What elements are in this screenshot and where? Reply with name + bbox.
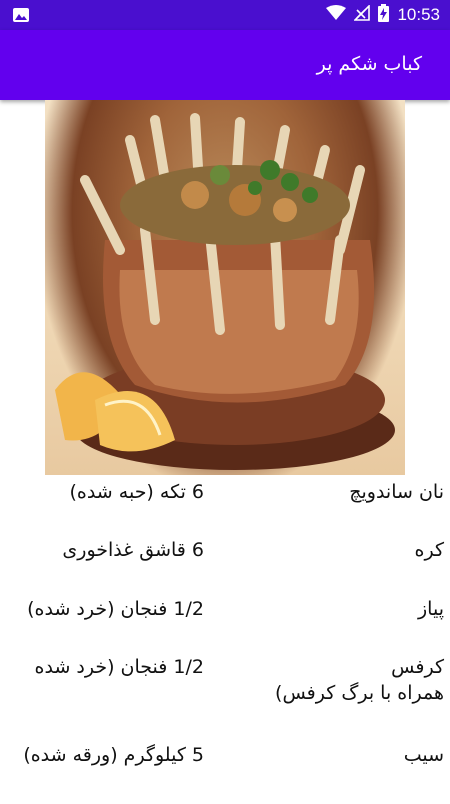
image-notification-icon (12, 7, 30, 23)
ingredient-row: کره 6 قاشق غذاخوری (0, 539, 450, 599)
ingredient-quantity: 5 کیلوگرم (ورقه شده) (23, 744, 204, 766)
battery-charging-icon (378, 4, 390, 26)
ingredient-name: کره (414, 539, 444, 561)
ingredient-quantity: 1/2 فنجان (خرد شده (34, 656, 204, 678)
ingredient-name: پیاز (418, 598, 444, 620)
ingredient-row: کرفس 1/2 فنجان (خرد شده همراه با برگ کرف… (0, 656, 450, 720)
recipe-image (45, 100, 405, 475)
crown-roast-photo (55, 113, 395, 470)
ingredient-quantity: 1/2 فنجان (خرد شده) (27, 598, 204, 620)
wifi-icon (326, 5, 347, 25)
status-bar: 10:53 (0, 0, 450, 30)
status-icons: 10:53 (326, 0, 440, 30)
ingredient-quantity: 6 قاشق غذاخوری (62, 539, 204, 561)
ingredient-quantity: 6 تکه (حبه شده) (69, 481, 204, 503)
ingredient-row: پیاز 1/2 فنجان (خرد شده) (0, 598, 450, 658)
ingredient-row: نان ساندویچ 6 تکه (حبه شده) (0, 481, 450, 541)
ingredient-name-line2: همراه با برگ کرفس) (275, 682, 444, 704)
ingredient-name: سیب (403, 744, 444, 766)
signal-icon (353, 4, 371, 25)
ingredient-name: نان ساندویچ (349, 481, 444, 503)
ingredient-row: سیب 5 کیلوگرم (ورقه شده) (0, 744, 450, 804)
app-bar: کباب شکم پر (0, 30, 450, 100)
page-title: کباب شکم پر (316, 53, 422, 75)
clock: 10:53 (397, 5, 440, 24)
ingredient-name: کرفس (391, 656, 444, 678)
